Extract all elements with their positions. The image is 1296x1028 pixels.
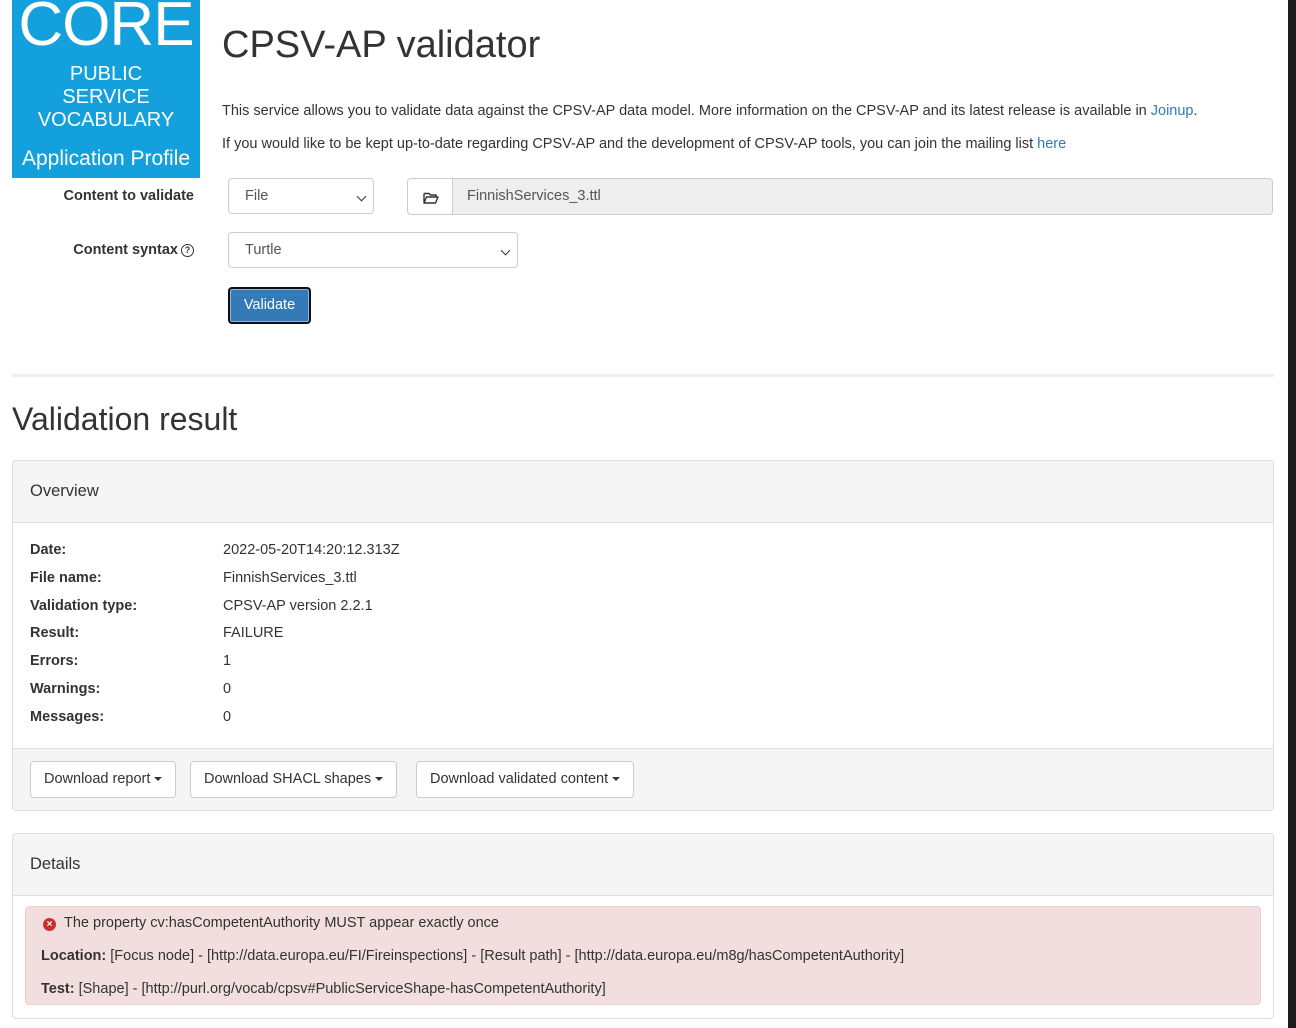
cpsv-ap-logo: CORE PUBLIC SERVICE VOCABULARY Applicati… [12,0,200,178]
window-edge [1288,0,1296,1028]
error-location: Location: [Focus node] - [http://data.eu… [41,948,905,964]
intro-text: This service allows you to validate data… [222,103,1198,119]
section-divider [12,374,1274,377]
validate-button[interactable]: Validate [228,287,311,324]
error-test: Test: [Shape] - [http://purl.org/vocab/c… [41,981,606,997]
browse-file-button[interactable] [407,178,453,215]
logo-service: SERVICE [62,86,150,108]
file-input-group: FinnishServices_3.ttl [407,178,1273,215]
error-circle-icon: × [43,918,56,931]
download-shacl-shapes-button[interactable]: Download SHACL shapes [190,761,398,798]
caret-down-icon [154,777,163,782]
details-panel: Details × The property cv:hasCompetentAut… [12,833,1274,1019]
mailing-list-link[interactable]: here [1037,136,1066,152]
content-to-validate-label: Content to validate [63,188,194,204]
download-report-button[interactable]: Download report [30,761,177,798]
logo-core: CORE [18,0,194,59]
error-message: × The property cv:hasCompetentAuthority M… [43,915,499,931]
logo-application-profile: Application Profile [21,147,191,170]
download-validated-content-button[interactable]: Download validated content [416,761,635,798]
logo-vocabulary: VOCABULARY [37,109,175,131]
caret-down-icon [375,777,384,782]
joinup-link[interactable]: Joinup [1151,103,1194,119]
content-type-select[interactable]: File [228,178,374,214]
content-type-value: File [245,188,269,204]
page-title: CPSV-AP validator [222,24,541,66]
caret-down-icon [612,777,621,782]
details-heading: Details [13,834,1273,896]
chevron-down-icon [356,191,367,202]
overview-panel: Overview Date: 2022-05-20T14:20:12.313Z … [12,460,1274,811]
logo-public: PUBLIC [69,63,143,85]
content-syntax-label: Content syntax? [12,242,194,258]
error-alert: × The property cv:hasCompetentAuthority M… [25,906,1261,1005]
chevron-down-icon [500,245,511,256]
file-name-field[interactable]: FinnishServices_3.ttl [452,178,1273,215]
question-circle-icon[interactable]: ? [181,244,194,257]
content-syntax-value: Turtle [245,242,282,258]
validation-result-title: Validation result [12,401,238,437]
overview-heading: Overview [13,461,1273,523]
overview-footer: Download report Download SHACL shapes Do… [13,748,1273,810]
mailing-list-text: If you would like to be kept up-to-date … [222,136,1067,152]
folder-open-icon [423,192,439,204]
content-syntax-select[interactable]: Turtle [228,232,518,268]
